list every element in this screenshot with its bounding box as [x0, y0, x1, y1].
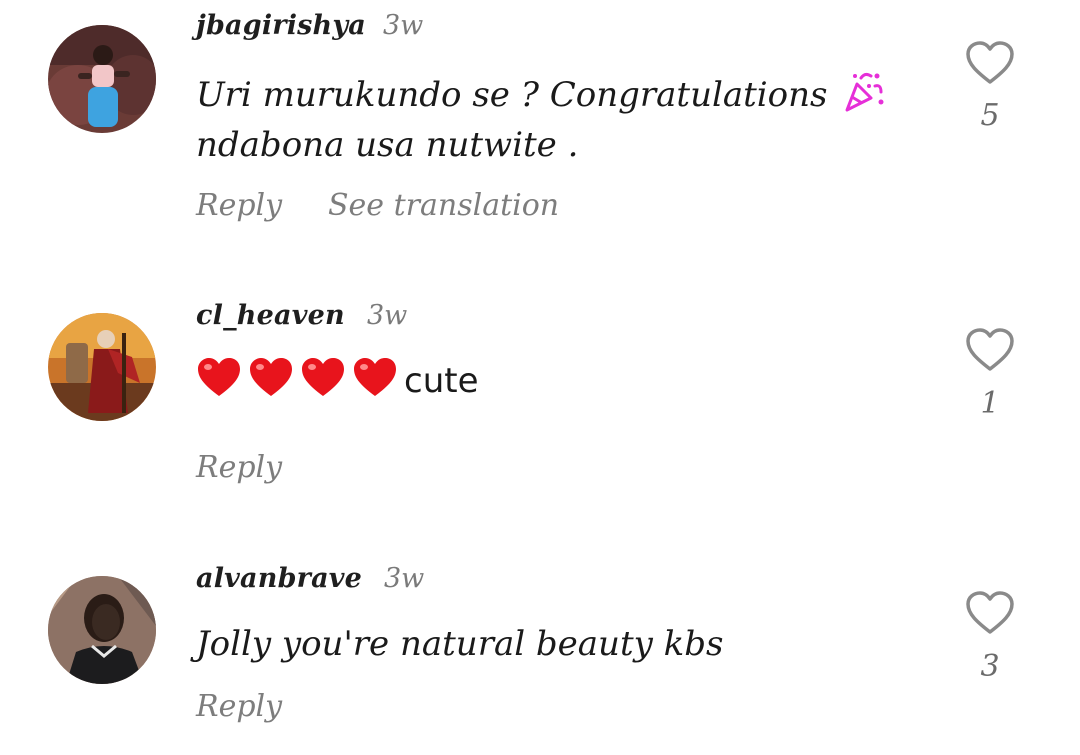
heart-outline-icon: [966, 328, 1014, 371]
like-button[interactable]: [965, 590, 1015, 636]
comment-timestamp: 3w: [367, 300, 408, 331]
avatar-image: [48, 313, 156, 421]
comment-timestamp: 3w: [383, 10, 424, 41]
comment-text-line2: ndabona usa nutwite .: [196, 125, 579, 165]
comment-text: cute: [196, 356, 916, 406]
like-count: 1: [980, 386, 1000, 421]
like-count: 5: [980, 98, 1000, 133]
red-heart-icon: [196, 356, 242, 398]
avatar[interactable]: [48, 576, 156, 684]
avatar[interactable]: [48, 25, 156, 133]
reply-button[interactable]: Reply: [196, 689, 282, 724]
red-heart-icon: [352, 356, 398, 398]
comment-text-content: cute: [404, 361, 479, 401]
comment-username[interactable]: jbagirishya: [196, 10, 366, 41]
heart-outline-icon: [966, 41, 1014, 84]
avatar[interactable]: [48, 313, 156, 421]
comment-item: alvanbrave 3w Jolly you're natural beaut…: [0, 553, 1080, 755]
party-popper-icon: [841, 70, 885, 114]
red-heart-icon: [248, 356, 294, 398]
comment-timestamp: 3w: [384, 563, 425, 594]
comment-username[interactable]: alvanbrave: [196, 563, 362, 594]
like-button[interactable]: [965, 40, 1015, 86]
comment-item: jbagirishya 3w Uri murukundo se ? Congra…: [0, 0, 1080, 250]
red-heart-icon: [300, 356, 346, 398]
comment-text: Uri murukundo se ? Congratulations ndabo…: [196, 70, 916, 170]
comment-username[interactable]: cl_heaven: [196, 300, 345, 331]
avatar-image: [48, 576, 156, 684]
like-count: 3: [980, 649, 1000, 684]
comment-text: Jolly you're natural beauty kbs: [196, 624, 724, 664]
reply-button[interactable]: Reply: [196, 450, 282, 485]
comment-item: cl_heaven 3w cute Reply 1: [0, 290, 1080, 510]
like-button[interactable]: [965, 327, 1015, 373]
heart-outline-icon: [966, 591, 1014, 634]
comment-text-line1: Uri murukundo se ? Congratulations: [196, 75, 828, 115]
see-translation-button[interactable]: See translation: [328, 188, 559, 223]
reply-button[interactable]: Reply: [196, 188, 282, 223]
avatar-image: [48, 25, 156, 133]
